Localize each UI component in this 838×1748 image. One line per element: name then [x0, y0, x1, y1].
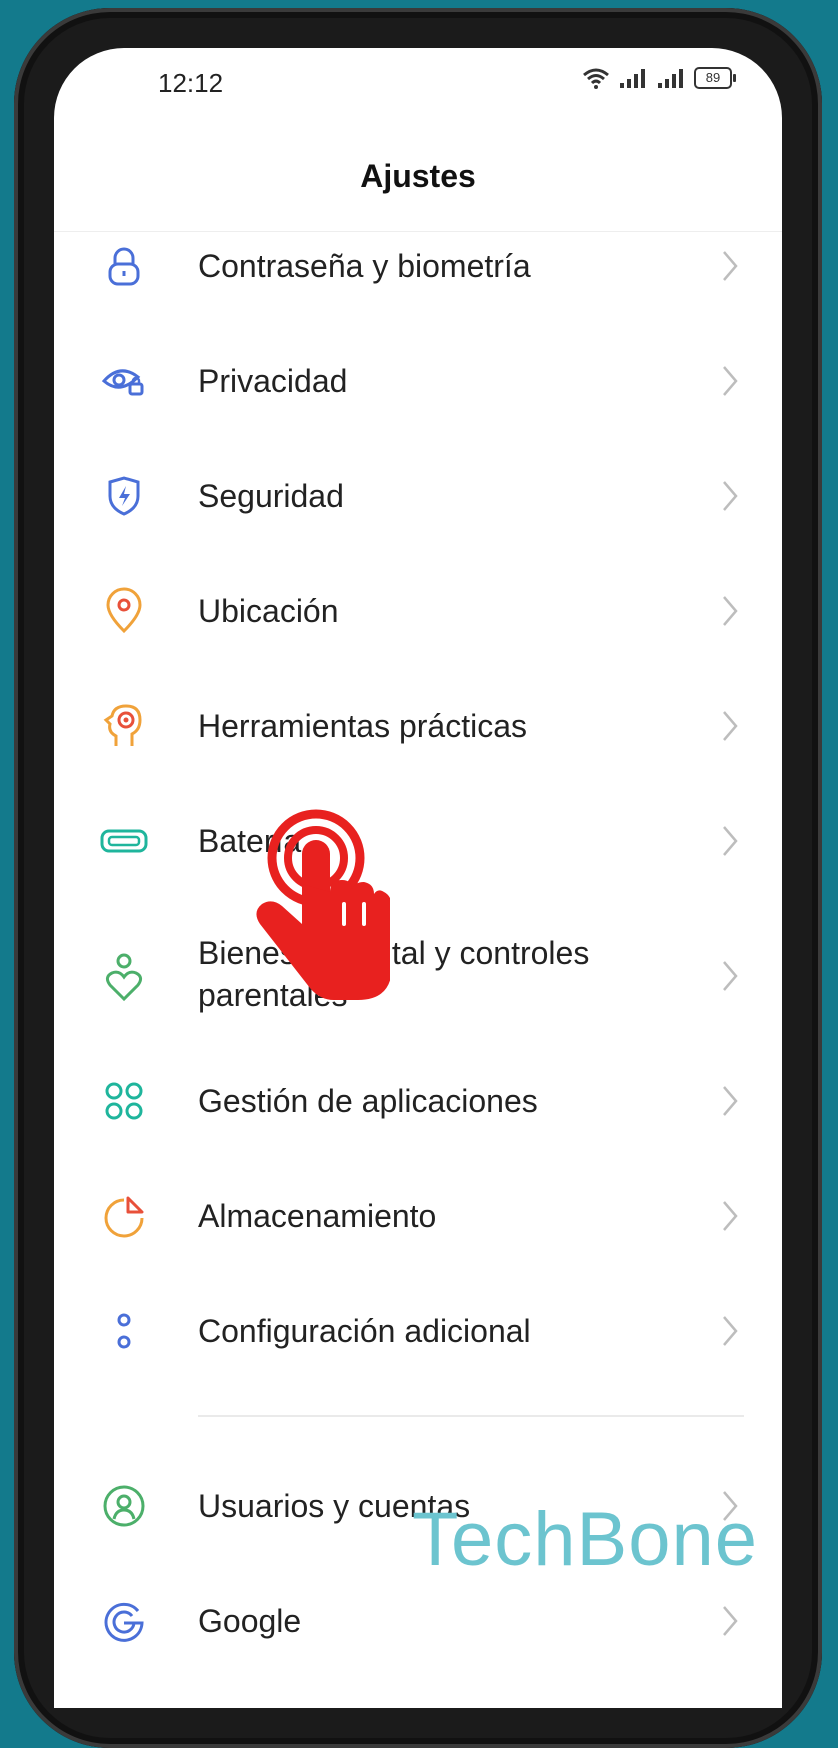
settings-item-label: Google: [198, 1603, 302, 1639]
chevron-right-icon: [723, 961, 738, 991]
settings-item-label: Ubicación: [198, 593, 339, 629]
chevron-right-icon: [723, 1606, 738, 1636]
settings-item-label: Contraseña y biometría: [198, 248, 531, 284]
chevron-right-icon: [723, 1201, 738, 1231]
chevron-right-icon: [723, 366, 738, 396]
settings-item-password-biometrics[interactable]: Contraseña y biometría: [54, 212, 782, 322]
battery-indicator: 89: [694, 67, 736, 89]
storage-pie-icon: [100, 1192, 148, 1240]
chevron-right-icon: [723, 251, 738, 281]
settings-item-additional-settings[interactable]: Configuración adicional: [54, 1277, 782, 1387]
status-time: 12:12: [158, 68, 224, 98]
settings-item-battery[interactable]: Batería: [54, 787, 782, 897]
settings-item-digital-wellbeing[interactable]: Bienestar digital y controles parentales: [54, 902, 782, 1052]
settings-item-storage[interactable]: Almacenamiento: [54, 1162, 782, 1272]
settings-item-label: Gestión de aplicaciones: [198, 1083, 538, 1119]
chevron-right-icon: [723, 481, 738, 511]
lock-icon: [100, 242, 148, 290]
privacy-eye-icon: [100, 357, 148, 405]
settings-item-app-management[interactable]: Gestión de aplicaciones: [54, 1047, 782, 1157]
location-pin-icon: [100, 587, 148, 635]
wellbeing-icon: [100, 953, 148, 1002]
chevron-right-icon: [723, 596, 738, 626]
settings-item-practical-tools[interactable]: Herramientas prácticas: [54, 672, 782, 782]
chevron-right-icon: [723, 826, 738, 856]
settings-item-label: Privacidad: [198, 363, 348, 399]
signal-icon-2: [658, 69, 683, 88]
status-bar: 12:12 89: [54, 48, 782, 118]
tap-hand-icon: [256, 809, 390, 1000]
settings-item-privacy[interactable]: Privacidad: [54, 327, 782, 437]
chevron-right-icon: [723, 711, 738, 741]
additional-settings-icon: [100, 1307, 148, 1355]
page-title: Ajustes: [360, 158, 476, 194]
battery-icon: [100, 817, 148, 865]
settings-item-label: Almacenamiento: [198, 1198, 437, 1234]
settings-item-security[interactable]: Seguridad: [54, 442, 782, 552]
phone-frame: 12:12 89 Ajustes Contraseña y biometría …: [14, 8, 822, 1748]
shield-icon: [100, 472, 148, 520]
section-divider: [198, 1415, 744, 1417]
tools-head-icon: [100, 702, 148, 750]
watermark: TechBone: [411, 1497, 758, 1582]
settings-item-label: Herramientas prácticas: [198, 708, 527, 744]
user-icon: [100, 1482, 148, 1530]
settings-item-label: Seguridad: [198, 478, 344, 514]
settings-item-google[interactable]: Google: [54, 1567, 782, 1677]
chevron-right-icon: [723, 1086, 738, 1116]
settings-item-location[interactable]: Ubicación: [54, 557, 782, 667]
settings-item-label: Configuración adicional: [198, 1313, 531, 1349]
wifi-icon: [583, 68, 609, 89]
signal-icon: [620, 69, 645, 88]
chevron-right-icon: [723, 1316, 738, 1346]
phone-screen: 12:12 89 Ajustes Contraseña y biometría …: [54, 48, 782, 1708]
status-icons: 89: [582, 66, 736, 90]
google-icon: [100, 1597, 148, 1645]
apps-icon: [100, 1077, 148, 1125]
